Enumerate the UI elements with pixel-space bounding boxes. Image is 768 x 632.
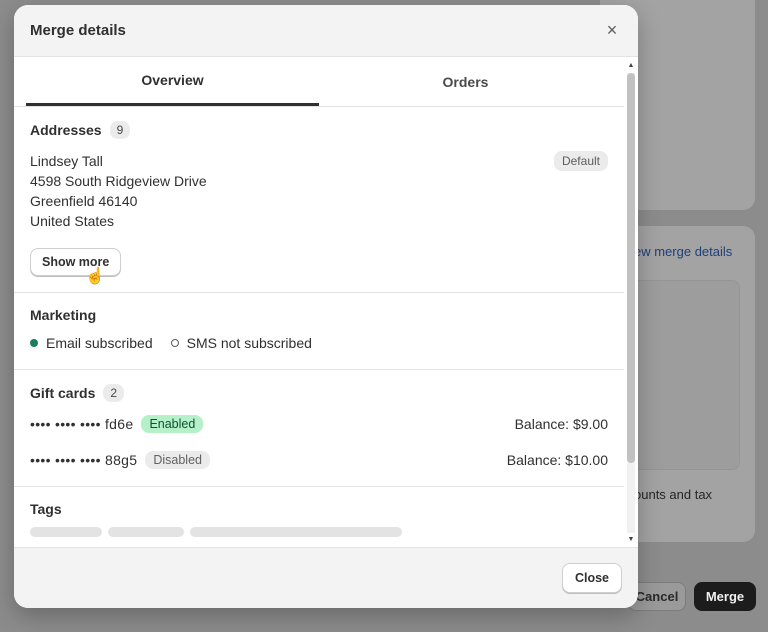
modal-title: Merge details bbox=[30, 22, 126, 39]
close-icon[interactable]: × bbox=[602, 20, 622, 41]
unsubscribed-dot-icon bbox=[170, 339, 179, 347]
gift-cards-title: Gift cards bbox=[30, 385, 96, 401]
gift-card-row: •••• •••• •••• fd6e Enabled Balance: $9.… bbox=[30, 406, 608, 442]
status-badge-enabled: Enabled bbox=[141, 415, 204, 433]
tag-pill[interactable] bbox=[190, 527, 402, 537]
addresses-count-badge: 9 bbox=[109, 121, 131, 139]
subscribed-dot-icon bbox=[30, 339, 38, 347]
tag-pill[interactable] bbox=[108, 527, 184, 537]
address-name: Lindsey Tall bbox=[30, 153, 103, 169]
marketing-status-row: Email subscribed SMS not subscribed bbox=[30, 335, 608, 351]
merge-details-modal: Merge details × Overview Orders Addresse… bbox=[14, 5, 638, 608]
tags-header: Tags bbox=[30, 501, 608, 517]
gift-card-code: •••• •••• •••• fd6e bbox=[30, 416, 134, 432]
tab-orders[interactable]: Orders bbox=[319, 57, 612, 106]
tag-pill[interactable] bbox=[30, 527, 102, 537]
modal-content: Overview Orders Addresses 9 Lindsey Tall… bbox=[14, 57, 624, 547]
tags-section: Tags bbox=[14, 487, 624, 547]
modal-footer: Close bbox=[14, 547, 638, 608]
background-note: ounts and tax bbox=[634, 487, 713, 502]
gift-card-balance: Balance: $9.00 bbox=[514, 416, 608, 432]
modal-body[interactable]: Overview Orders Addresses 9 Lindsey Tall… bbox=[14, 57, 638, 547]
gift-card-balance: Balance: $10.00 bbox=[506, 452, 608, 468]
modal-scrollbar[interactable]: ▲ ▼ bbox=[626, 61, 636, 545]
email-status: Email subscribed bbox=[46, 335, 153, 351]
background-inner-panel bbox=[628, 280, 740, 470]
close-button[interactable]: Close bbox=[561, 563, 622, 593]
tag-list bbox=[30, 527, 608, 537]
gift-card-code: •••• •••• •••• 88g5 bbox=[30, 452, 138, 468]
pointer-hand-icon: ☝ bbox=[85, 268, 105, 285]
scroll-track[interactable] bbox=[627, 73, 635, 533]
marketing-section: Marketing Email subscribed SMS not subsc… bbox=[14, 293, 624, 370]
marketing-header: Marketing bbox=[30, 307, 608, 323]
view-merge-details-link[interactable]: ew merge details bbox=[634, 244, 732, 259]
sms-status: SMS not subscribed bbox=[186, 335, 312, 351]
gift-card-row: •••• •••• •••• 88g5 Disabled Balance: $1… bbox=[30, 442, 608, 478]
default-badge: Default bbox=[553, 151, 608, 171]
background-merge-button[interactable]: Merge bbox=[694, 582, 756, 611]
addresses-header: Addresses 9 bbox=[30, 121, 608, 139]
gift-cards-section: Gift cards 2 •••• •••• •••• fd6e Enabled… bbox=[14, 370, 624, 487]
tab-overview[interactable]: Overview bbox=[26, 57, 319, 106]
address-street: 4598 South Ridgeview Drive bbox=[30, 173, 207, 189]
scroll-up-arrow-icon[interactable]: ▲ bbox=[626, 61, 636, 71]
marketing-title: Marketing bbox=[30, 307, 97, 323]
gift-card-info: •••• •••• •••• 88g5 Disabled bbox=[30, 451, 210, 469]
addresses-title: Addresses bbox=[30, 122, 102, 138]
gift-cards-count-badge: 2 bbox=[103, 384, 125, 402]
tab-bar: Overview Orders bbox=[14, 57, 624, 107]
address-row: Lindsey Tall 4598 South Ridgeview Drive … bbox=[30, 151, 608, 231]
scroll-thumb[interactable] bbox=[627, 73, 635, 463]
address-city: Greenfield 46140 bbox=[30, 193, 138, 209]
status-badge-disabled: Disabled bbox=[145, 451, 210, 469]
show-more-button[interactable]: Show more ☝ bbox=[30, 248, 122, 285]
addresses-section: Addresses 9 Lindsey Tall 4598 South Ridg… bbox=[14, 107, 624, 293]
tags-title: Tags bbox=[30, 501, 62, 517]
scroll-down-arrow-icon[interactable]: ▼ bbox=[626, 535, 636, 545]
gift-cards-header: Gift cards 2 bbox=[30, 384, 608, 402]
address-block: Lindsey Tall 4598 South Ridgeview Drive … bbox=[30, 151, 207, 231]
gift-card-info: •••• •••• •••• fd6e Enabled bbox=[30, 415, 204, 433]
address-country: United States bbox=[30, 213, 115, 229]
modal-header: Merge details × bbox=[14, 5, 638, 57]
